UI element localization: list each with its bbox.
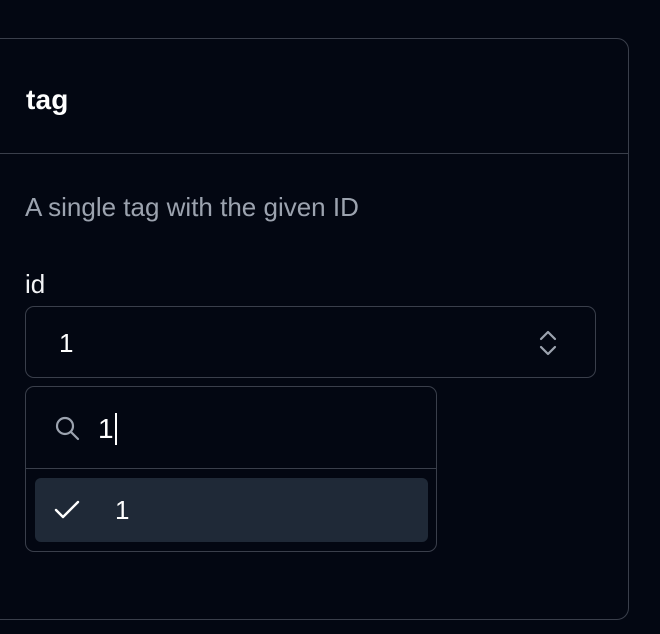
dropdown-search-input[interactable]: 1 [98,413,117,445]
card-description: A single tag with the given ID [25,192,359,222]
id-select[interactable]: 1 [25,306,596,378]
dropdown-option-label: 1 [115,495,130,525]
search-icon [55,416,80,441]
dropdown-search-row: 1 [26,387,436,469]
text-caret [114,413,117,445]
search-input-value: 1 [98,413,114,444]
card-title: tag [26,84,69,115]
card-header: tag [0,39,628,154]
id-field-label: id [25,269,46,299]
chevrons-up-down-icon [539,330,557,356]
id-dropdown: 1 1 [25,386,437,552]
id-select-value: 1 [59,328,74,358]
check-icon [54,500,80,519]
dropdown-option[interactable]: 1 [35,478,428,542]
